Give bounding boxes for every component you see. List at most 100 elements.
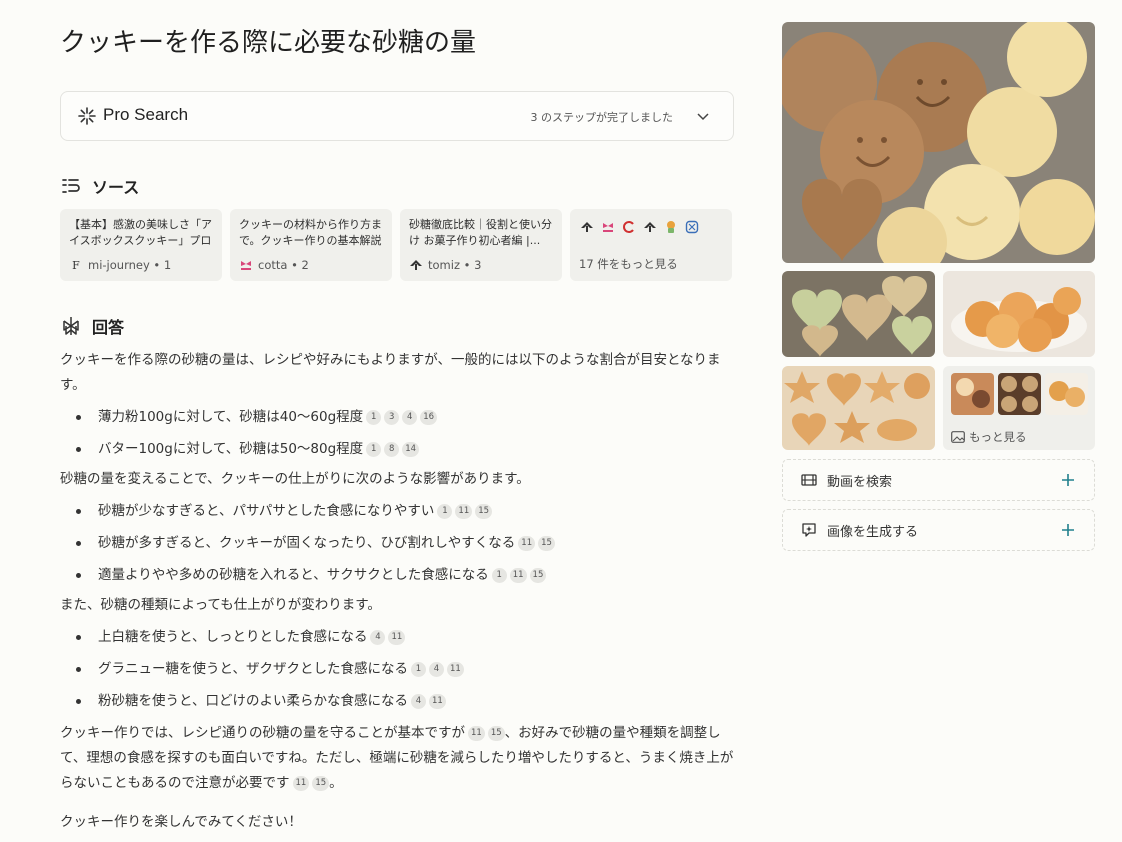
citation-badge[interactable]: 14 — [402, 442, 420, 457]
answer-body: クッキーを作る際の砂糖の量は、レシピや好みにもよりますが、一般的には以下のような… — [60, 348, 734, 835]
source-number: 2 — [301, 258, 309, 272]
tomiz-favicon-icon — [642, 219, 657, 234]
citation-badge[interactable]: 11 — [509, 568, 527, 583]
source-site: tomiz — [428, 258, 460, 272]
citation-badge[interactable]: 1 — [366, 442, 382, 457]
source-site: cotta — [258, 258, 288, 272]
pro-search-icon — [78, 107, 96, 125]
search-videos-button[interactable]: 動画を検索 — [782, 459, 1095, 501]
chevron-down-icon[interactable] — [695, 108, 711, 124]
more-images-thumbnails — [951, 373, 1088, 415]
answer-paragraph: また、砂糖の種類によっても仕上がりが変わります。 — [60, 597, 381, 613]
citation-badge[interactable]: 15 — [529, 568, 547, 583]
answer-closing: クッキー作りを楽しんでみてください！ — [60, 814, 302, 830]
generate-image-button[interactable]: 画像を生成する — [782, 509, 1095, 551]
citation-badge[interactable]: 15 — [475, 504, 493, 519]
round-cookies-image[interactable] — [943, 271, 1095, 357]
citation-badge[interactable]: 1 — [491, 568, 507, 583]
heart-cookies-image[interactable] — [782, 271, 935, 357]
citation-badge[interactable]: 1 — [437, 504, 453, 519]
list-item-text: 適量よりやや多めの砂糖を入れると、サクサクとした食感になる — [98, 567, 489, 583]
citation-badge[interactable]: 4 — [370, 630, 386, 645]
answer-list-item: 砂糖が少なすぎると、パサパサとした食感になりやすい 1 11 15 — [60, 499, 734, 524]
badge-favicon-icon — [684, 219, 699, 234]
plus-icon — [1062, 524, 1074, 536]
source-title: 砂糖徹底比較｜役割と使い分け お菓子作り初心者編 |... — [409, 218, 552, 247]
source-meta: F mi-journey • 1 — [69, 258, 171, 272]
list-item-text: 粉砂糖を使うと、口どけのよい柔らかな食感になる — [98, 693, 408, 709]
sources-heading-label: ソース — [92, 178, 140, 197]
summary-text-a: クッキー作りでは、レシピ通りの砂糖の量を守ることが基本ですが — [60, 725, 465, 741]
citation-badge[interactable]: 1 — [366, 410, 382, 425]
sources-heading: ソース — [60, 174, 139, 198]
more-images-button[interactable]: もっと見る — [951, 429, 1027, 445]
source-separator: • — [459, 258, 475, 272]
mi-journey-favicon-icon: F — [72, 258, 80, 272]
source-separator: • — [149, 258, 164, 272]
pro-search-status: 3 のステップが完了しました — [530, 111, 674, 124]
sources-list: 【基本】感激の美味しさ「アイスボックスクッキー」プロのレシ... F mi-jo… — [60, 209, 732, 281]
answer-paragraph-summary: クッキー作りでは、レシピ通りの砂糖の量を守ることが基本ですが 11 15 、お好みで砂… — [60, 721, 734, 796]
citation-badge[interactable]: 11 — [446, 662, 464, 677]
citation-badge[interactable]: 16 — [420, 410, 438, 425]
cotta-favicon-icon — [239, 258, 253, 272]
source-card[interactable]: 砂糖徹底比較｜役割と使い分け お菓子作り初心者編 |... tomiz • 3 — [400, 209, 562, 281]
pro-search-panel[interactable]: Pro Search 3 のステップが完了しました — [60, 91, 734, 141]
generate-image-label: 画像を生成する — [827, 524, 919, 540]
more-images-card[interactable]: もっと見る — [943, 366, 1095, 450]
source-card[interactable]: 【基本】感激の美味しさ「アイスボックスクッキー」プロのレシ... F mi-jo… — [60, 209, 222, 281]
cookie-main-image[interactable] — [782, 22, 1095, 263]
citation-badge[interactable]: 11 — [455, 504, 473, 519]
c-favicon-icon — [621, 219, 636, 234]
list-item-text: グラニュー糖を使うと、ザクザクとした食感になる — [98, 661, 408, 677]
answer-heading: 回答 — [60, 314, 124, 338]
answer-list-item: 薄力粉100gに対して、砂糖は40～60g程度 1 3 4 16 — [60, 405, 734, 430]
answer-list-item: 適量よりやや多めの砂糖を入れると、サクサクとした食感になる 1 11 15 — [60, 563, 734, 588]
image-icon — [951, 431, 965, 443]
tomiz-favicon-icon — [579, 219, 594, 234]
thumbnail-image — [1045, 373, 1088, 415]
summary-cites-a: 11 15 — [465, 725, 505, 741]
citation-badge[interactable]: 11 — [292, 776, 310, 791]
citation-badge[interactable]: 1 — [410, 662, 426, 677]
answer-paragraph: 砂糖の量を変えることで、クッキーの仕上がりに次のような影響があります。 — [60, 471, 530, 487]
shaped-cookies-image[interactable] — [782, 366, 935, 450]
citation-badge[interactable]: 11 — [468, 726, 485, 741]
citation-badge[interactable]: 15 — [487, 726, 505, 741]
more-sources-label: 17 件をもっと見る — [579, 257, 678, 271]
list-item-text: バター100gに対して、砂糖は50～80g程度 — [98, 441, 364, 457]
source-title: 【基本】感激の美味しさ「アイスボックスクッキー」プロのレシ... — [69, 218, 212, 247]
source-card[interactable]: クッキーの材料から作り方まで。クッキー作りの基本解説 -... cotta • … — [230, 209, 392, 281]
citation-badge[interactable]: 8 — [384, 442, 400, 457]
pro-search-label: Pro Search — [103, 105, 189, 124]
list-item-text: 砂糖が多すぎると、クッキーが固くなったり、ひび割れしやすくなる — [98, 535, 516, 551]
list-item-text: 上白糖を使うと、しっとりとした食感になる — [98, 629, 368, 645]
answer-list-item: グラニュー糖を使うと、ザクザクとした食感になる 1 4 11 — [60, 657, 734, 682]
more-sources-card[interactable]: 17 件をもっと見る — [570, 209, 732, 281]
answer-intro: クッキーを作る際の砂糖の量は、レシピや好みにもよりますが、一般的には以下のような… — [60, 352, 721, 393]
thumbnail-image — [951, 373, 994, 415]
citation-badge[interactable]: 11 — [388, 630, 406, 645]
list-item-text: 薄力粉100gに対して、砂糖は40～60g程度 — [98, 409, 364, 425]
page-title: クッキーを作る際に必要な砂糖の量 — [60, 28, 477, 58]
citation-badge[interactable]: 15 — [538, 536, 555, 551]
citation-badge[interactable]: 4 — [428, 662, 444, 677]
citation-badge[interactable]: 4 — [410, 694, 426, 709]
film-icon — [801, 474, 817, 486]
citation-badge[interactable]: 4 — [402, 410, 418, 425]
answer-list-effects: 砂糖が少なすぎると、パサパサとした食感になりやすい 1 11 15 砂糖が多すぎると、ク… — [60, 499, 734, 588]
citation-badge[interactable]: 11 — [518, 536, 536, 551]
source-meta: tomiz • 3 — [409, 258, 481, 272]
tomiz-favicon-icon — [409, 258, 423, 272]
more-images-label: もっと見る — [969, 430, 1027, 444]
answer-list-item: 上白糖を使うと、しっとりとした食感になる 4 11 — [60, 625, 734, 650]
source-title: クッキーの材料から作り方まで。クッキー作りの基本解説 -... — [239, 218, 382, 247]
more-sources-favicons — [579, 219, 723, 234]
source-separator: • — [287, 258, 302, 272]
thumbnail-image — [998, 373, 1041, 415]
citation-badge[interactable]: 11 — [428, 694, 446, 709]
citation-badge[interactable]: 15 — [312, 776, 330, 791]
sources-icon — [62, 179, 80, 193]
citation-badge[interactable]: 3 — [384, 410, 400, 425]
search-videos-label: 動画を検索 — [827, 474, 893, 490]
